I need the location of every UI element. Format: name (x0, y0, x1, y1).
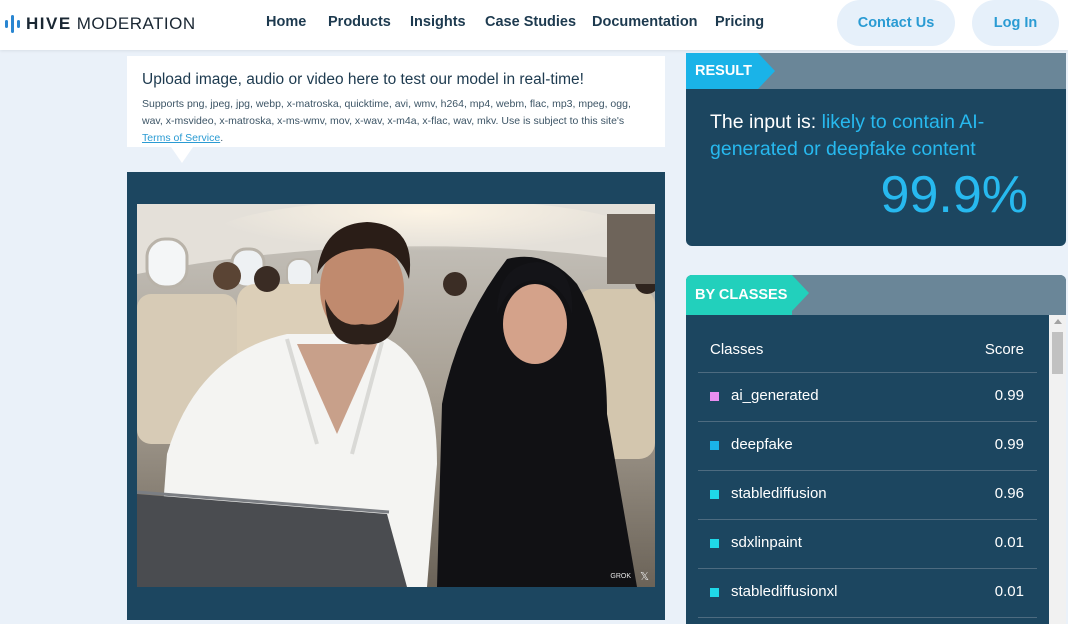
upload-card[interactable]: Upload image, audio or video here to tes… (127, 56, 665, 147)
classes-table-header: Classes Score (698, 335, 1037, 373)
hive-logo-icon (5, 15, 20, 33)
upload-card-pointer (171, 147, 193, 163)
uploaded-image: GROK 𝕏 (137, 204, 655, 587)
result-text: The input is: likely to contain AI-gener… (710, 111, 985, 160)
table-row: deepfake 0.99 (698, 422, 1037, 471)
score-column-header: Score (984, 341, 1024, 358)
class-color-swatch (710, 588, 719, 597)
nav-link-documentation[interactable]: Documentation (592, 14, 698, 30)
nav-link-pricing[interactable]: Pricing (715, 14, 764, 30)
logo-text-hive: HIVE (26, 14, 72, 33)
class-score: 0.99 (994, 387, 1024, 404)
class-score: 0.01 (994, 534, 1024, 551)
class-color-swatch (710, 490, 719, 499)
class-name: stablediffusionxl (731, 583, 838, 600)
class-score: 0.96 (994, 485, 1024, 502)
class-color-swatch (710, 539, 719, 548)
logo-text-moderation: MODERATION (76, 14, 196, 33)
airplane-couple-photo (137, 204, 655, 587)
upload-formats-text: Supports png, jpeg, jpg, webp, x-matrosk… (142, 98, 631, 144)
scroll-up-arrow-icon[interactable] (1054, 319, 1062, 324)
scroll-thumb[interactable] (1052, 332, 1063, 374)
class-name: sdxlinpaint (731, 534, 802, 551)
contact-us-button[interactable]: Contact Us (837, 0, 955, 46)
classes-card: BY CLASSES Classes Score ai_generated 0.… (686, 275, 1066, 627)
table-row: stablediffusion 0.96 (698, 471, 1037, 520)
image-preview-panel: GROK 𝕏 (127, 172, 665, 620)
class-name: ai_generated (731, 387, 819, 404)
class-score: 0.01 (994, 583, 1024, 600)
result-card: RESULT The input is: likely to contain A… (686, 53, 1066, 246)
table-row: sdxlinpaint 0.01 (698, 520, 1037, 569)
grok-watermark-icon: 𝕏 (640, 571, 649, 583)
by-classes-tag: BY CLASSES (686, 275, 809, 315)
hive-logo[interactable]: HIVE MODERATION (5, 13, 196, 35)
classes-column-header: Classes (710, 341, 764, 358)
classes-card-header: BY CLASSES (686, 275, 1066, 315)
nav-link-home[interactable]: Home (266, 14, 306, 30)
nav-link-insights[interactable]: Insights (410, 14, 466, 30)
nav-link-case-studies[interactable]: Case Studies (485, 14, 576, 30)
class-score: 0.99 (994, 436, 1024, 453)
grok-watermark: GROK (610, 573, 631, 580)
result-tag: RESULT (686, 53, 775, 89)
table-row: stablediffusionxl 0.01 (698, 569, 1037, 618)
log-in-button[interactable]: Log In (972, 0, 1059, 46)
result-card-header: RESULT (686, 53, 1066, 89)
terms-of-service-link[interactable]: Terms of Service (142, 132, 220, 144)
class-name: deepfake (731, 436, 793, 453)
upload-title: Upload image, audio or video here to tes… (142, 71, 584, 88)
table-row: ai_generated 0.99 (698, 373, 1037, 422)
class-color-swatch (710, 392, 719, 401)
class-name: stablediffusion (731, 485, 827, 502)
top-nav: HIVE MODERATION Home Products Insights C… (0, 0, 1068, 50)
classes-scrollbar[interactable] (1049, 315, 1066, 627)
result-score: 99.9% (880, 166, 1028, 224)
class-color-swatch (710, 441, 719, 450)
nav-link-products[interactable]: Products (328, 14, 391, 30)
